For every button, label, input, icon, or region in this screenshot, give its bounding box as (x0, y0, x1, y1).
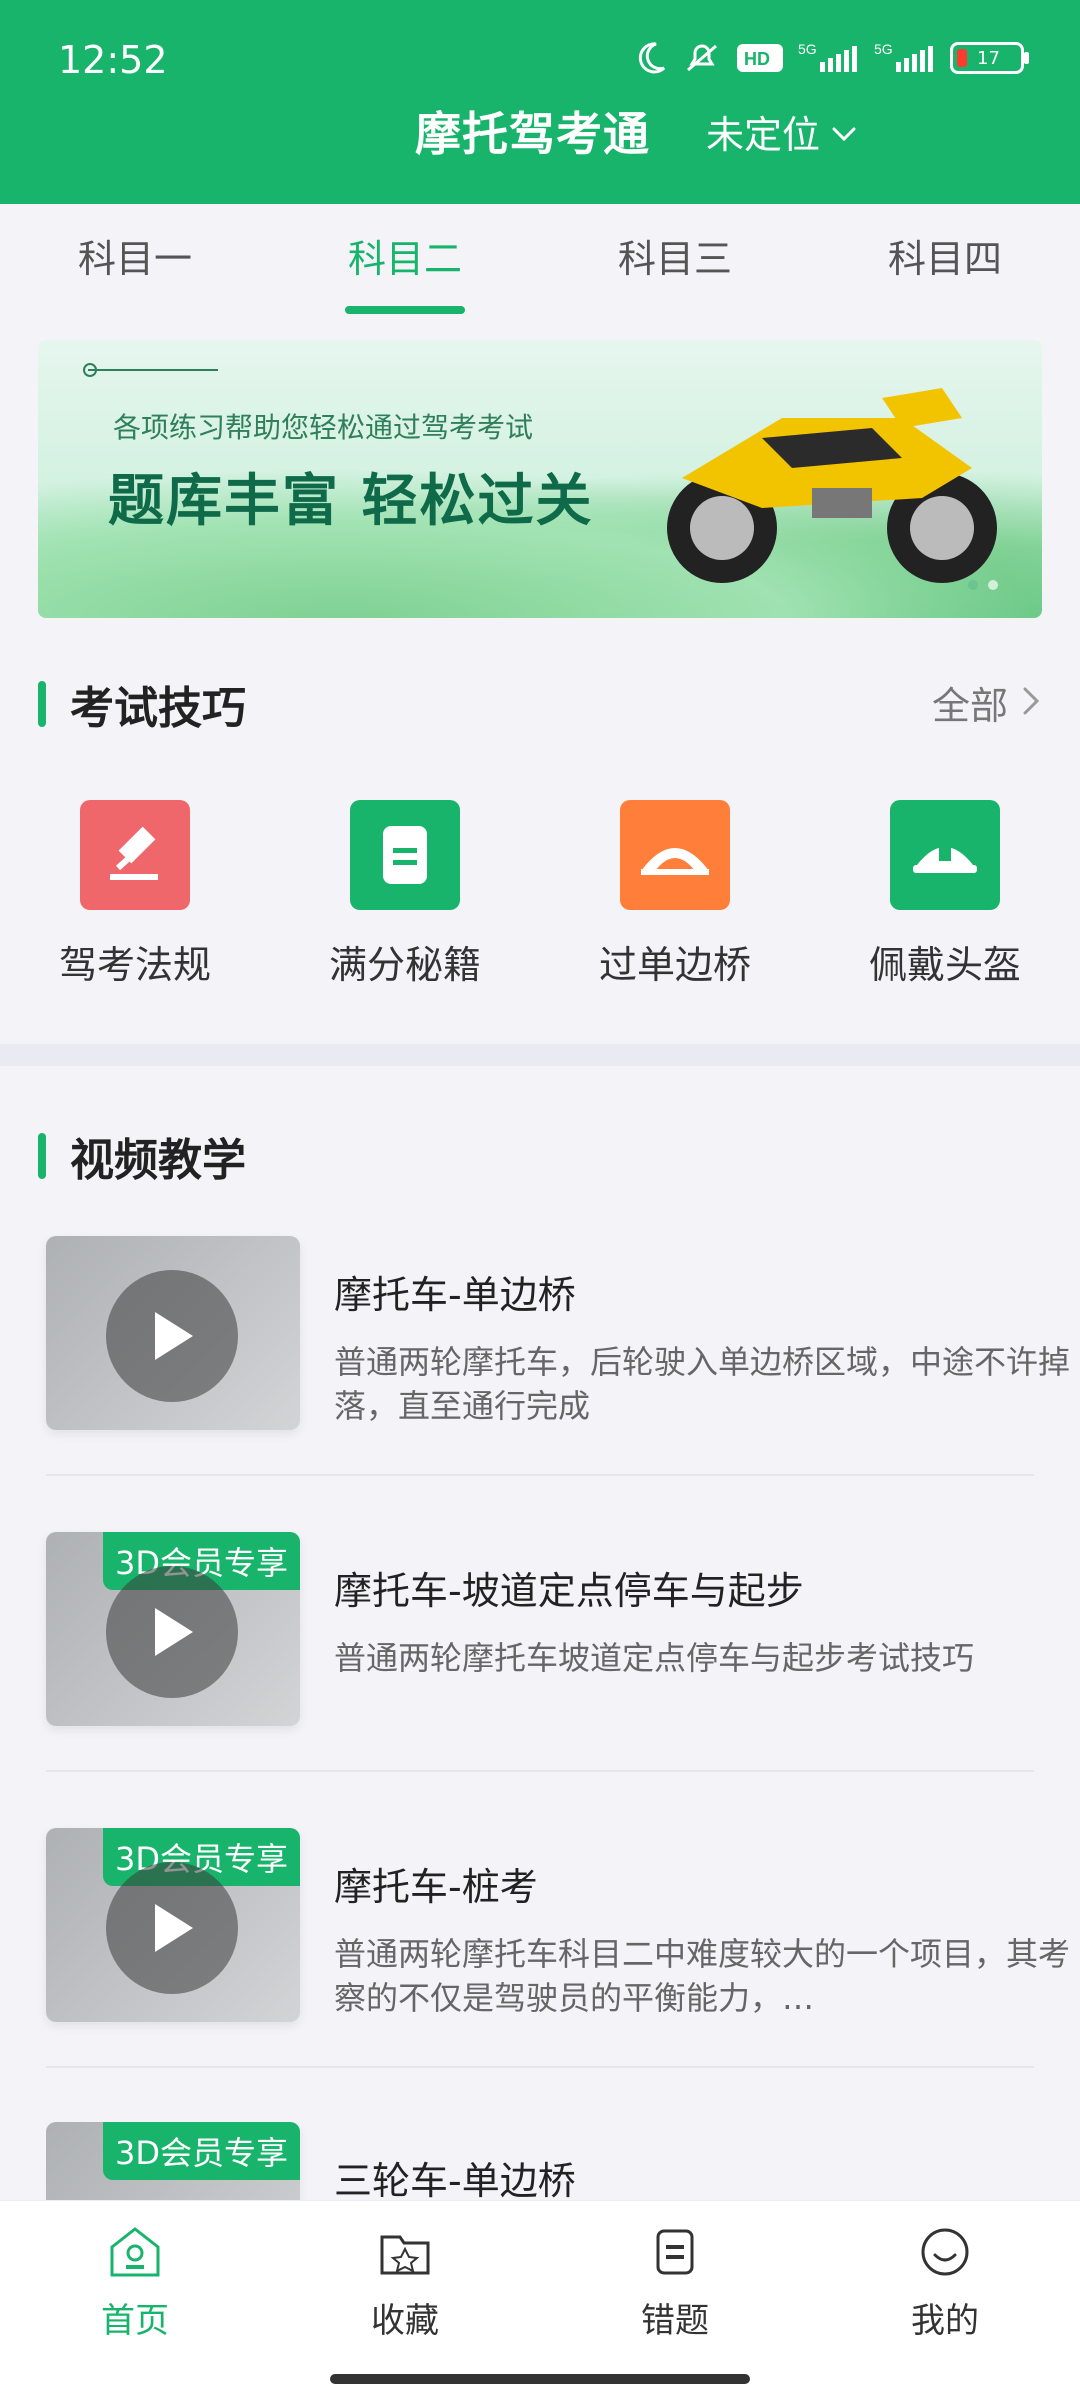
tip-label: 佩戴头盔 (868, 943, 1021, 987)
document-icon (350, 800, 460, 910)
wrong-questions-icon (575, 2225, 775, 2283)
video-item-4[interactable]: 3D会员专享 三轮车-单边桥 (46, 2122, 1034, 2200)
row-divider (46, 2066, 1034, 2068)
signal-5g-icon: 5G (798, 40, 860, 76)
tip-traffic-law[interactable]: 驾考法规 (25, 800, 245, 990)
section-accent-bar (38, 681, 46, 727)
banner-headline: 题库丰富 轻松过关 (108, 469, 594, 534)
nav-home[interactable]: 首页 (35, 2201, 235, 2342)
section-divider (0, 1044, 1080, 1066)
app-title: 摩托驾考通 (415, 107, 650, 161)
banner-dot (988, 580, 998, 590)
signal-5g-icon-2: 5G (874, 40, 936, 76)
tab-subject-4[interactable]: 科目四 (845, 204, 1045, 314)
video-thumbnail (46, 1236, 300, 1430)
gavel-icon (80, 800, 190, 910)
status-time: 12:52 (58, 38, 168, 82)
app-header: 12:52 HD 5G 5G 17 摩托驾考通 未定位 (0, 0, 1080, 204)
nav-label: 错题 (641, 2301, 709, 2341)
tip-full-score-guide[interactable]: 满分秘籍 (295, 800, 515, 990)
video-title-text: 视频教学 (70, 1135, 246, 1186)
video-title: 摩托车-桩考 (334, 1865, 538, 1909)
tab-subject-2[interactable]: 科目二 (305, 204, 505, 314)
nav-wrong-questions[interactable]: 错题 (575, 2201, 775, 2342)
favorites-folder-icon (305, 2225, 505, 2283)
tab-subject-3[interactable]: 科目三 (575, 204, 775, 314)
svg-text:5G: 5G (798, 41, 817, 57)
svg-text:5G: 5G (874, 41, 893, 57)
svg-text:HD: HD (744, 49, 770, 69)
promo-banner[interactable]: 各项练习帮助您轻松通过驾考考试 题库丰富 轻松过关 (38, 340, 1042, 618)
tab-subject-1[interactable]: 科目一 (35, 204, 235, 314)
tip-label: 满分秘籍 (328, 943, 481, 987)
nav-profile[interactable]: 我的 (845, 2201, 1045, 2342)
hd-icon: HD (736, 41, 784, 75)
battery-icon: 17 (950, 42, 1029, 74)
nav-label: 收藏 (371, 2301, 439, 2341)
tip-label: 过单边桥 (598, 943, 751, 987)
video-description: 普通两轮摩托车，后轮驶入单边桥区域，中途不许掉落，直至通行完成 (334, 1343, 1071, 1425)
play-icon (106, 1270, 238, 1402)
location-label: 未定位 (706, 113, 821, 157)
chevron-right-icon (1022, 681, 1040, 725)
bottom-navigation: 首页 收藏 错题 我的 (0, 2200, 1080, 2401)
nav-label: 我的 (911, 2301, 979, 2341)
moon-icon (632, 40, 668, 76)
chevron-down-icon (830, 110, 858, 154)
tip-single-bridge[interactable]: 过单边桥 (565, 800, 785, 990)
nav-label: 首页 (101, 2301, 169, 2341)
video-title: 摩托车-坡道定点停车与起步 (334, 1569, 804, 1613)
tips-grid: 驾考法规 满分秘籍 过单边桥 佩戴头盔 (0, 800, 1080, 990)
video-item-1[interactable]: 摩托车-单边桥 普通两轮摩托车，后轮驶入单边桥区域，中途不许掉落，直至通行完成 (46, 1236, 1070, 1530)
video-thumbnail: 3D会员专享 (46, 1828, 300, 2022)
see-all-link[interactable]: 全部 (932, 675, 1040, 730)
video-description: 普通两轮摩托车坡道定点停车与起步考试技巧 (334, 1639, 975, 1677)
video-description: 普通两轮摩托车科目二中难度较大的一个项目，其考察的不仅是驾驶员的平衡能力，… (334, 1935, 1071, 2017)
tips-section-title: 考试技巧 (38, 672, 246, 736)
tips-title-text: 考试技巧 (70, 683, 246, 734)
video-item-3[interactable]: 3D会员专享 摩托车-桩考 普通两轮摩托车科目二中难度较大的一个项目，其考察的不… (46, 1828, 1070, 2122)
battery-level: 17 (977, 47, 1000, 69)
video-item-2[interactable]: 3D会员专享 摩托车-坡道定点停车与起步 普通两轮摩托车坡道定点停车与起步考试技… (46, 1532, 1034, 1826)
motorcycle-image (667, 388, 997, 583)
banner-pagination (968, 580, 998, 590)
see-all-label: 全部 (931, 684, 1008, 728)
banner-swirl-icon (83, 363, 218, 377)
nav-favorites[interactable]: 收藏 (305, 2201, 505, 2342)
mute-icon (682, 40, 722, 76)
video-title: 三轮车-单边桥 (334, 2159, 576, 2200)
home-indicator (330, 2374, 750, 2384)
video-title: 摩托车-单边桥 (334, 1273, 576, 1317)
profile-smile-icon (845, 2225, 1045, 2283)
status-icons: HD 5G 5G 17 (632, 40, 1029, 76)
video-thumbnail: 3D会员专享 (46, 2122, 300, 2200)
play-icon (106, 1862, 238, 1994)
video-thumbnail: 3D会员专享 (46, 1532, 300, 1726)
banner-subtitle: 各项练习帮助您轻松通过驾考考试 (113, 411, 534, 444)
location-selector[interactable]: 未定位 (706, 104, 858, 159)
video-section-title: 视频教学 (38, 1124, 246, 1188)
tip-wear-helmet[interactable]: 佩戴头盔 (835, 800, 1055, 990)
bridge-icon (620, 800, 730, 910)
helmet-icon (890, 800, 1000, 910)
member-badge: 3D会员专享 (102, 2122, 300, 2180)
row-divider (46, 1474, 1034, 1476)
subject-tabs: 科目一 科目二 科目三 科目四 (0, 204, 1080, 314)
row-divider (46, 1770, 1034, 1772)
tip-label: 驾考法规 (58, 943, 211, 987)
banner-dot-active (968, 580, 978, 590)
home-icon (35, 2225, 235, 2283)
section-accent-bar (38, 1133, 46, 1179)
play-icon (106, 1566, 238, 1698)
